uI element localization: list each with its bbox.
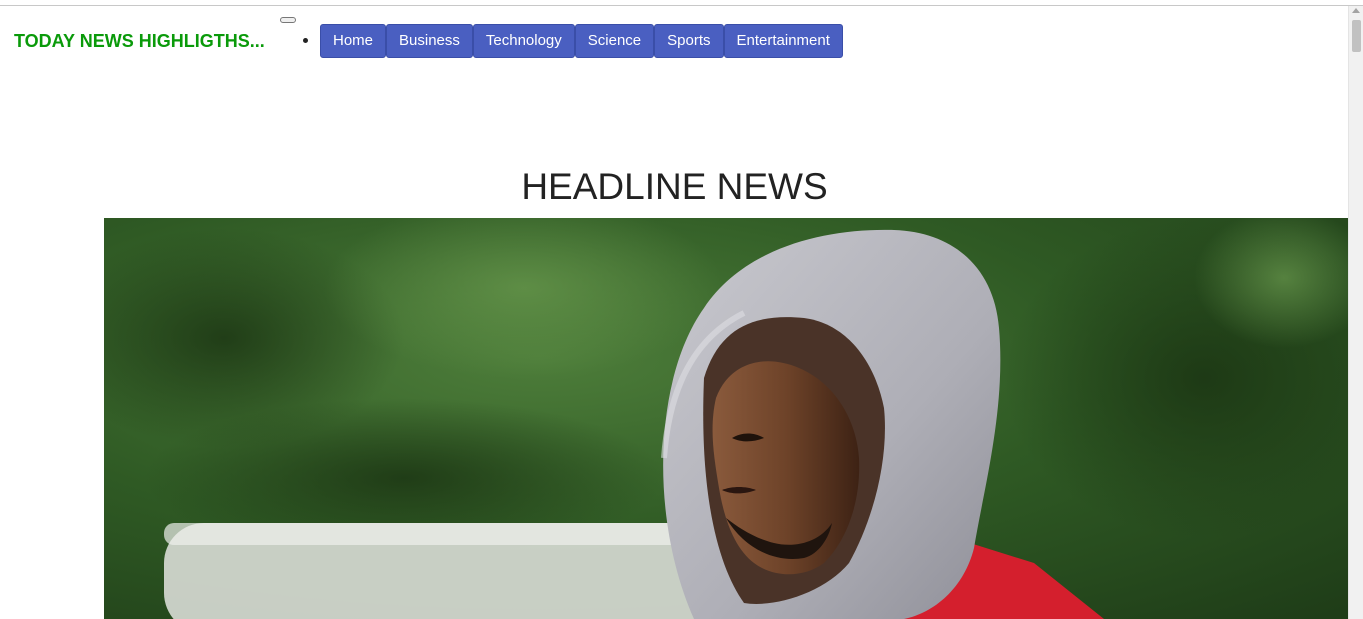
browser-top-border (0, 0, 1363, 6)
page-scrollbar[interactable] (1348, 6, 1363, 619)
headline-hero-image[interactable] (104, 218, 1349, 619)
nav-entertainment-button[interactable]: Entertainment (723, 24, 843, 58)
headline-title: HEADLINE NEWS (521, 166, 828, 207)
nav-science-button[interactable]: Science (574, 24, 655, 58)
scroll-up-arrow-icon[interactable] (1352, 8, 1360, 13)
nav-home-button[interactable]: Home (320, 24, 387, 58)
hero-photo (104, 218, 1349, 619)
main-nav: Home Business Technology Science Sports … (320, 24, 843, 58)
scroll-thumb[interactable] (1352, 20, 1361, 52)
nav-business-button[interactable]: Business (386, 24, 473, 58)
nav-technology-button[interactable]: Technology (472, 24, 575, 58)
navbar-toggler-button[interactable] (280, 17, 296, 23)
list-bullet (303, 38, 308, 43)
site-brand[interactable]: TODAY NEWS HIGHLIGTHS... (14, 31, 265, 52)
nav-sports-button[interactable]: Sports (654, 24, 724, 58)
